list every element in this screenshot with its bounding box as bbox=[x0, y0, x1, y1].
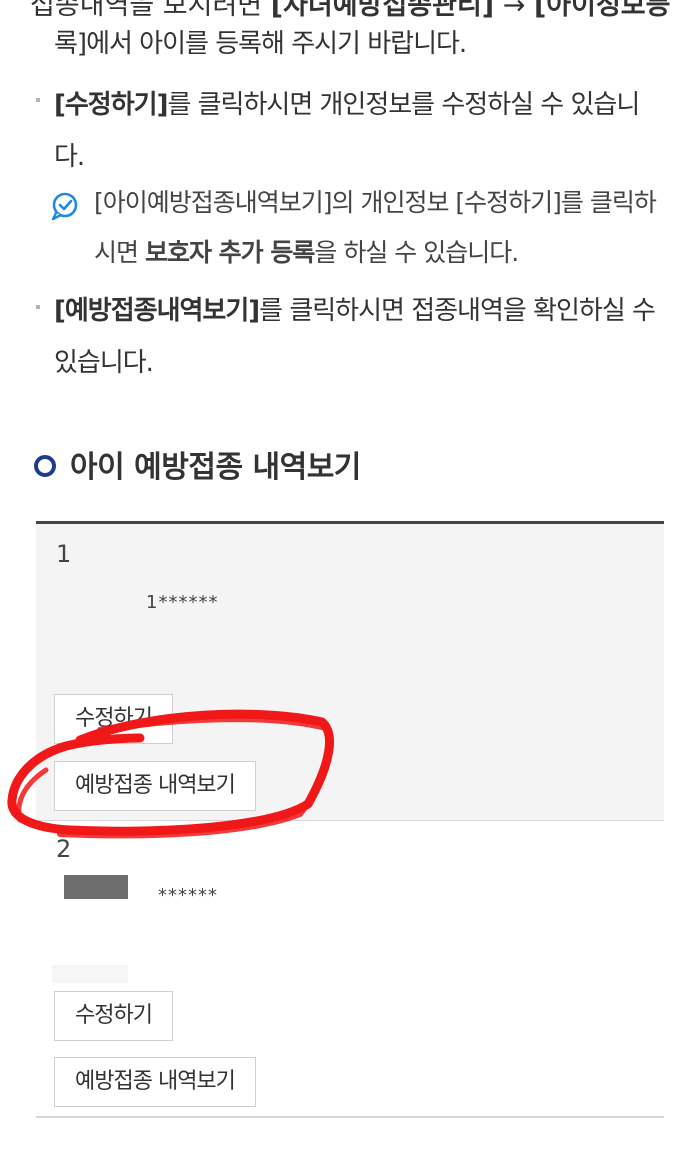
child-masked-id: ****** bbox=[158, 885, 218, 906]
check-speech-bubble-icon bbox=[51, 192, 78, 221]
vaccination-history-button[interactable]: 예방접종 내역보기 bbox=[54, 1057, 256, 1107]
vaccination-history-button[interactable]: 예방접종 내역보기 bbox=[54, 761, 256, 811]
guide-note: [아이예방접종내역보기]의 개인정보 [수정하기]를 클릭하시면 보호자 추가 … bbox=[94, 178, 660, 278]
bullet-dot bbox=[36, 98, 40, 102]
child-number: 2 bbox=[56, 835, 72, 863]
child-card: 1 1****** 수정하기 예방접종 내역보기 bbox=[36, 524, 664, 821]
redacted-block bbox=[52, 965, 128, 983]
guide-note-suffix: 을 하실 수 있습니다. bbox=[314, 238, 519, 267]
child-number: 1 bbox=[56, 540, 72, 568]
section-title-text: 아이 예방접종 내역보기 bbox=[70, 450, 361, 485]
guide-para1-line2: 록]에서 아이를 등록해 주시기 바랍니다. bbox=[54, 18, 664, 70]
bullet-dot bbox=[36, 305, 40, 309]
edit-button[interactable]: 수정하기 bbox=[54, 694, 173, 744]
redacted-block bbox=[64, 875, 128, 899]
section-title: 아이 예방접종 내역보기 bbox=[34, 446, 361, 490]
child-card: 2 ****** 수정하기 예방접종 내역보기 bbox=[36, 821, 664, 1118]
guide-para2: [수정하기]를 클릭하시면 개인정보를 수정하실 수 있습니다. bbox=[54, 79, 664, 183]
guide-para2-bold: [수정하기] bbox=[54, 90, 168, 120]
guide-para3: [예방접종내역보기]를 클릭하시면 접종내역을 확인하실 수 있습니다. bbox=[54, 285, 664, 389]
circle-bullet-icon bbox=[34, 454, 56, 477]
child-masked-id: 1****** bbox=[146, 592, 219, 613]
guide-para3-bold: [예방접종내역보기] bbox=[54, 296, 260, 326]
guide-para1-text: 록]에서 아이를 등록해 주시기 바랍니다. bbox=[54, 29, 467, 59]
edit-button[interactable]: 수정하기 bbox=[54, 991, 173, 1041]
guide-note-bold: 보호자 추가 등록 bbox=[144, 238, 315, 267]
